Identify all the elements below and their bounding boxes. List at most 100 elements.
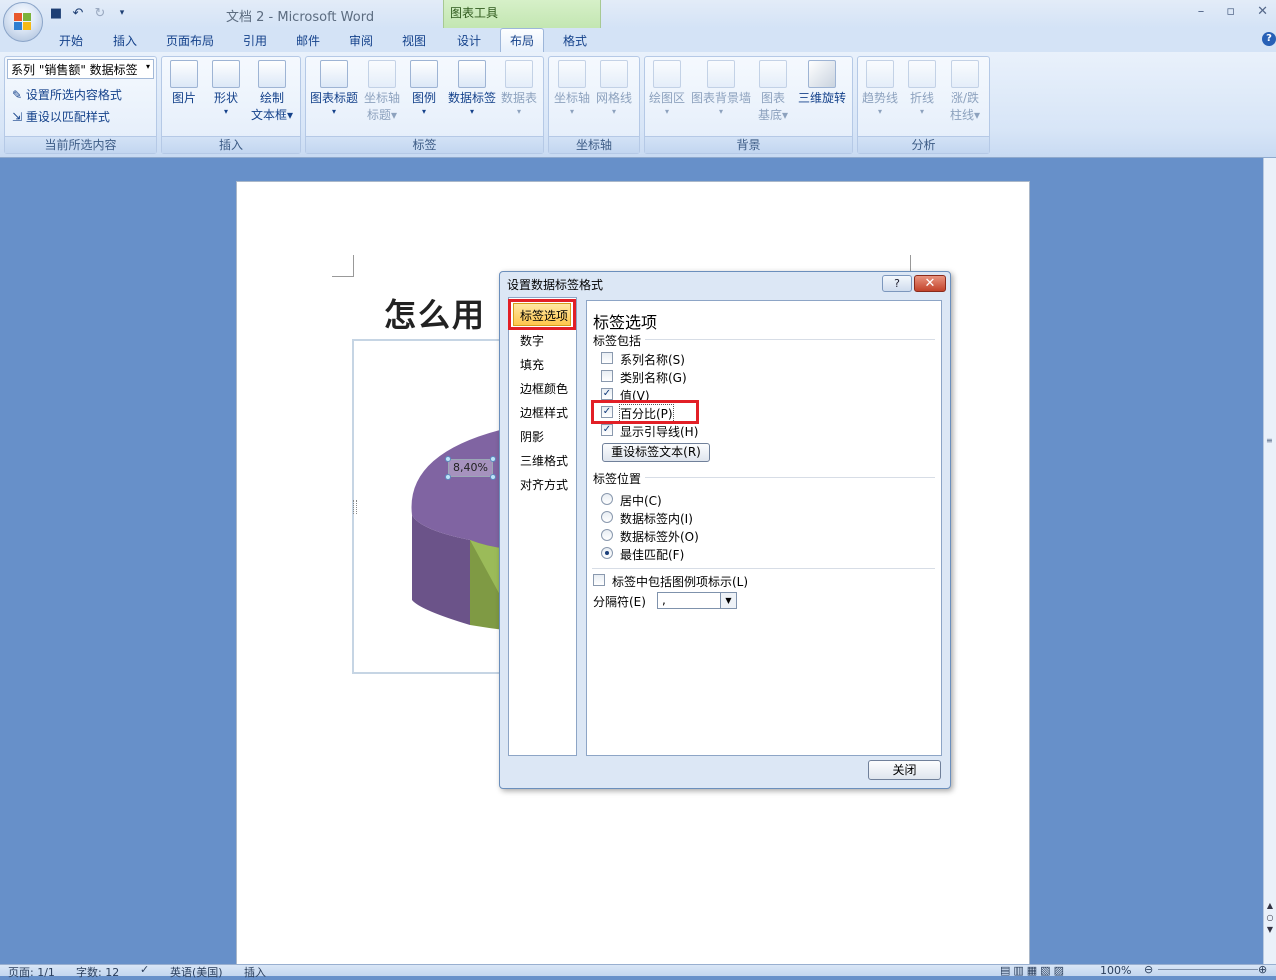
tab-insert[interactable]: 插入 [113,32,137,49]
label-category-name: 类别名称(G) [620,371,687,385]
tab-review[interactable]: 审阅 [349,32,373,49]
reset-style-icon: ⇲ [12,110,23,124]
highlight-nav [508,299,576,330]
trendline-button[interactable]: 趋势线 ▾ [860,60,900,117]
axis-titles-button[interactable]: 坐标轴 标题▾ [362,60,402,124]
vertical-scrollbar[interactable] [1263,158,1276,964]
3d-rotation-button[interactable]: 三维旋转 [795,60,849,107]
divider [645,339,935,340]
radio-best-fit[interactable] [601,547,613,559]
data-table-icon [505,60,533,88]
dropdown-arrow-icon: ▼ [720,593,736,608]
status-language[interactable]: 英语(美国) [170,964,223,980]
window-title: 文档 2 - Microsoft Word [226,10,375,25]
gridlines-button[interactable]: 网格线 ▾ [594,60,634,117]
picture-icon [170,60,198,88]
checkbox-leader-lines[interactable]: ✓ [601,424,613,436]
3d-rotation-icon [808,60,836,88]
tab-layout[interactable]: 布局 [510,32,534,49]
shapes-button[interactable]: 形状 ▾ [208,60,244,117]
tab-references[interactable]: 引用 [243,32,267,49]
tab-mailings[interactable]: 邮件 [296,32,320,49]
data-table-button[interactable]: 数据表 ▾ [500,60,538,117]
data-labels-button[interactable]: 数据标签 ▾ [446,60,498,117]
nav-shadow[interactable]: 阴影 [520,428,544,445]
chart-title-button[interactable]: 图表标题 ▾ [309,60,359,117]
tab-format[interactable]: 格式 [563,32,587,49]
help-icon[interactable]: ? [1262,32,1276,46]
reset-style-button[interactable]: ⇲ 重设以匹配样式 [12,108,110,125]
tab-design[interactable]: 设计 [457,32,481,49]
label-handle[interactable] [490,456,496,462]
nav-alignment[interactable]: 对齐方式 [520,476,568,493]
radio-center[interactable] [601,493,613,505]
label-handle[interactable] [445,456,451,462]
checkbox-series-name[interactable] [601,352,613,364]
label-handle[interactable] [490,474,496,480]
highlight-percentage [591,400,699,424]
tab-home[interactable]: 开始 [59,32,83,49]
shapes-icon [212,60,240,88]
chart-resize-handle[interactable] [353,500,357,514]
reset-label-text-button[interactable]: 重设标签文本(R) [602,443,710,462]
label-handle[interactable] [445,474,451,480]
save-icon[interactable]: ■ [48,5,64,21]
customize-qat-icon[interactable]: ▾ [114,5,130,21]
updown-bars-button[interactable]: 涨/跌 柱线▾ [944,60,986,124]
tab-page-layout[interactable]: 页面布局 [166,32,214,49]
radio-outside-end[interactable] [601,529,613,541]
nav-fill[interactable]: 填充 [520,356,544,373]
chart-wall-button[interactable]: 图表背景墙 ▾ [690,60,752,117]
browse-object-icons[interactable]: ▲ ○ ▼ [1265,900,1275,936]
dialog-help-button[interactable]: ? [882,275,912,292]
separator-select[interactable]: , ▼ [657,592,737,609]
tab-view[interactable]: 视图 [402,32,426,49]
chart-floor-button[interactable]: 图表 基底▾ [754,60,792,124]
data-label-selected[interactable]: 8,40% [448,459,493,477]
checkbox-legend-key[interactable] [593,574,605,586]
view-buttons-icon[interactable]: ▤▥▦▧▨ [1000,964,1067,977]
status-words[interactable]: 字数: 12 [76,964,119,980]
office-button[interactable] [3,2,43,42]
radio-inside-end[interactable] [601,511,613,523]
plot-area-button[interactable]: 绘图区 ▾ [647,60,687,117]
axes-icon [558,60,586,88]
nav-border-style[interactable]: 边框样式 [520,404,568,421]
nav-border-color[interactable]: 边框颜色 [520,380,568,397]
picture-button[interactable]: 图片 [168,60,200,107]
dialog-close-button[interactable]: ✕ [914,275,946,292]
undo-icon[interactable]: ↶ [70,5,86,21]
nav-3d-format[interactable]: 三维格式 [520,452,568,469]
separator-label: 分隔符(E) [593,595,646,609]
chart-title-icon [320,60,348,88]
redo-icon[interactable]: ↻ [92,5,108,21]
format-selection-button[interactable]: ✎ 设置所选内容格式 [12,86,122,103]
checkbox-value[interactable]: ✓ [601,388,613,400]
axes-button[interactable]: 坐标轴 ▾ [552,60,592,117]
format-selection-icon: ✎ [12,88,23,102]
zoom-in-icon[interactable]: ⊕ [1258,963,1267,976]
checkbox-category-name[interactable] [601,370,613,382]
restore-icon[interactable]: ▫ [1226,4,1235,19]
label-inside-end: 数据标签内(I) [620,512,693,526]
scroll-thumb-grip-icon: ≡ [1266,436,1273,445]
nav-number[interactable]: 数字 [520,332,544,349]
close-dialog-button[interactable]: 关闭 [868,760,941,780]
textbox-button[interactable]: 绘制 文本框▾ [248,60,296,124]
axis-titles-icon [368,60,396,88]
zoom-out-icon[interactable]: ⊖ [1144,963,1153,976]
status-zoom[interactable]: 100% [1100,964,1131,977]
proofing-icon[interactable]: ✓ [140,963,149,976]
lines-button[interactable]: 折线 ▾ [903,60,941,117]
status-page[interactable]: 页面: 1/1 [8,964,55,980]
chart-elements-dropdown[interactable]: 系列 "销售额" 数据标签 ▾ [7,59,154,79]
status-insert-mode[interactable]: 插入 [244,964,266,980]
close-window-icon[interactable]: ✕ [1257,4,1268,19]
zoom-slider[interactable] [1158,969,1258,970]
dialog-title: 设置数据标签格式 [507,278,604,292]
group-label: 坐标轴 [549,136,639,153]
label-series-name: 系列名称(S) [620,353,685,367]
office-logo-icon [14,13,32,31]
legend-button[interactable]: 图例 ▾ [408,60,440,117]
minimize-icon[interactable]: – [1198,4,1205,19]
